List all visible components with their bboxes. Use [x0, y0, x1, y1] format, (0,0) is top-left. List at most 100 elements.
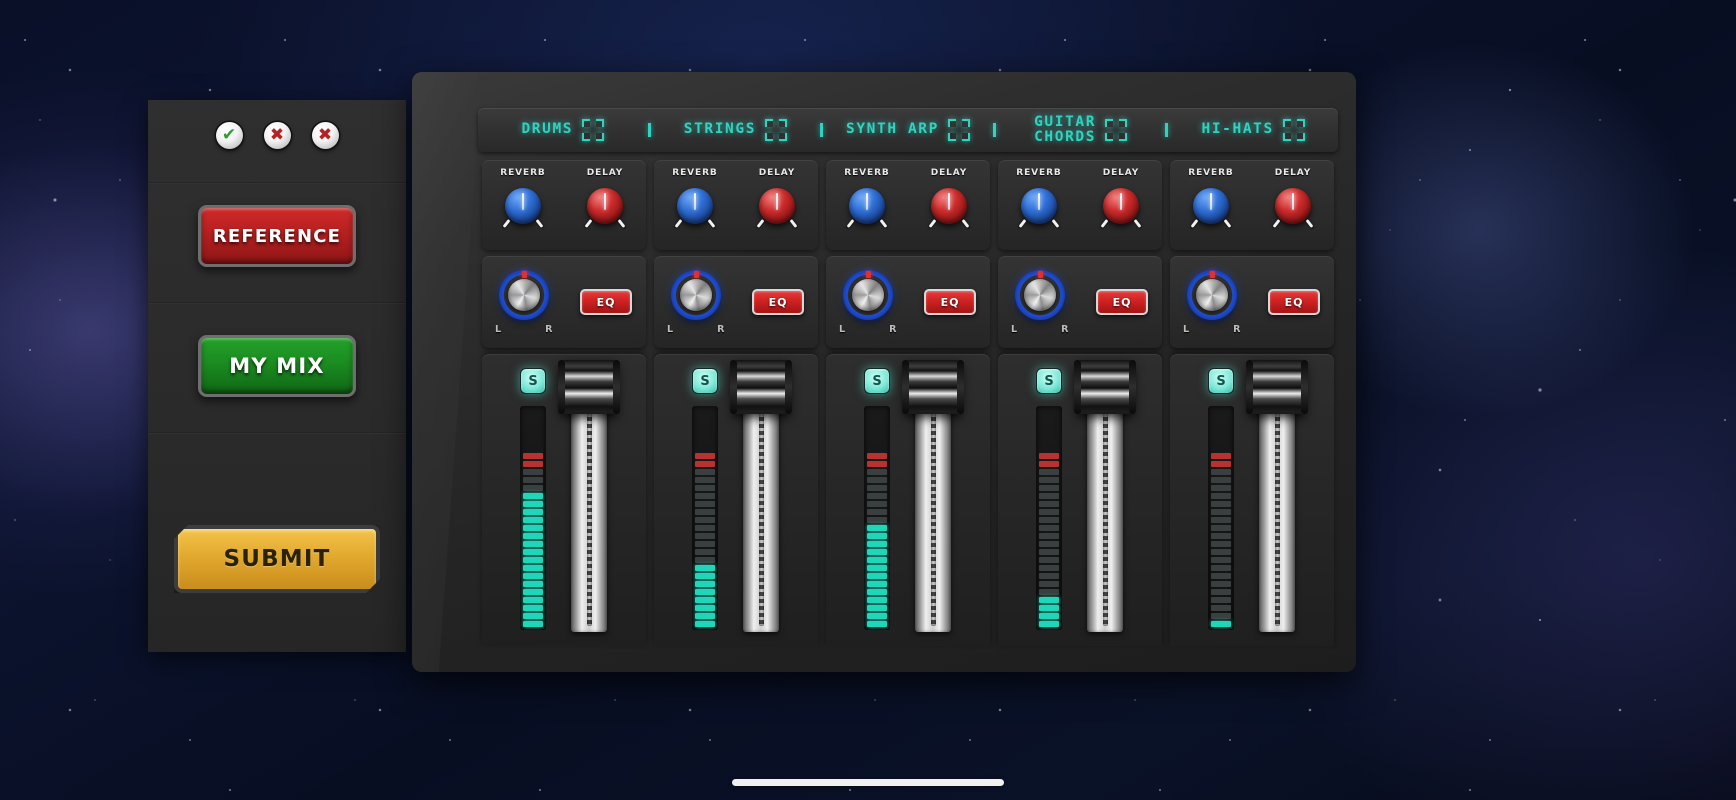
- fader-handle[interactable]: [902, 360, 964, 414]
- track-tab-label: GUITAR CHORDS: [1034, 113, 1097, 145]
- pan-knob-face: [508, 278, 540, 311]
- focus-bracket-icon[interactable]: [1282, 119, 1305, 141]
- fader-track[interactable]: [1074, 360, 1136, 632]
- meter-segment: [695, 589, 715, 595]
- pan-knob[interactable]: [671, 269, 721, 320]
- solo-button[interactable]: S: [692, 368, 718, 394]
- delay-knob[interactable]: [584, 185, 626, 228]
- meter-segment: [523, 453, 543, 459]
- cross-icon: ✖: [311, 122, 339, 149]
- fader-handle[interactable]: [1246, 360, 1308, 414]
- eq-button[interactable]: EQ: [1268, 289, 1320, 315]
- solo-button[interactable]: S: [864, 368, 890, 394]
- meter-segment: [1211, 477, 1231, 483]
- reverb-knob[interactable]: [846, 185, 888, 228]
- reference-button[interactable]: REFERENCE: [198, 205, 356, 267]
- meter-segment: [695, 557, 715, 563]
- solo-button[interactable]: S: [1036, 368, 1062, 394]
- reverb-knob[interactable]: [674, 185, 716, 228]
- fader-slot: [1102, 382, 1108, 626]
- reverb-knob[interactable]: [502, 185, 544, 228]
- fader-module: S: [998, 354, 1162, 646]
- delay-knob[interactable]: [1272, 185, 1314, 228]
- fader-track[interactable]: [902, 360, 964, 632]
- meter-segment: [1039, 469, 1059, 475]
- fader-track[interactable]: [1246, 360, 1308, 632]
- knob-tick-right: [707, 219, 716, 228]
- knob-pointer: [1291, 193, 1295, 210]
- fader-track[interactable]: [558, 360, 620, 632]
- knob-pointer: [865, 193, 869, 210]
- delay-knob[interactable]: [1100, 185, 1142, 228]
- meter-segment: [695, 541, 715, 547]
- pan-knob[interactable]: [1015, 269, 1065, 320]
- pan-knob[interactable]: [843, 269, 893, 320]
- meter-segment: [523, 533, 543, 539]
- delay-knob[interactable]: [928, 185, 970, 228]
- meter-segment: [867, 581, 887, 587]
- knob-pointer: [1037, 193, 1041, 210]
- meter-segment: [867, 477, 887, 483]
- meter-segment: [867, 461, 887, 467]
- reverb-knob[interactable]: [1018, 185, 1060, 228]
- meter-segment: [523, 509, 543, 515]
- knob-tick-right: [1051, 219, 1060, 228]
- fader-handle[interactable]: [730, 360, 792, 414]
- meter-segment: [695, 485, 715, 491]
- meter-segment: [695, 533, 715, 539]
- fader-handle[interactable]: [1074, 360, 1136, 414]
- meter-segment: [523, 549, 543, 555]
- focus-bracket-icon[interactable]: [582, 119, 605, 141]
- meter-segment: [867, 533, 887, 539]
- focus-bracket-icon[interactable]: [1105, 119, 1128, 141]
- knob-pointer: [603, 193, 607, 210]
- meter-segment: [1039, 541, 1059, 547]
- eq-button[interactable]: EQ: [924, 289, 976, 315]
- pan-eq-module: L R EQ: [1170, 256, 1334, 348]
- eq-button[interactable]: EQ: [752, 289, 804, 315]
- knob-tick-right: [961, 219, 970, 228]
- knob-tick-right: [879, 219, 888, 228]
- track-tab-hi-hats[interactable]: HI-HATS: [1168, 119, 1338, 141]
- track-tab-drums[interactable]: DRUMS: [478, 119, 648, 141]
- check-icon: ✔: [215, 122, 243, 149]
- eq-button[interactable]: EQ: [1096, 289, 1148, 315]
- track-tab-synth-arp[interactable]: SYNTH ARP: [823, 119, 993, 141]
- meter-segment: [695, 453, 715, 459]
- solo-button[interactable]: S: [1208, 368, 1234, 394]
- delay-knob[interactable]: [756, 185, 798, 228]
- knob-tick-right: [789, 219, 798, 228]
- divider: [148, 182, 406, 184]
- pan-knob[interactable]: [499, 269, 549, 320]
- track-tab-strings[interactable]: STRINGS: [651, 119, 821, 141]
- meter-segment: [1211, 525, 1231, 531]
- meter-segment: [867, 541, 887, 547]
- my-mix-button[interactable]: MY MIX: [198, 335, 356, 397]
- fader-track[interactable]: [730, 360, 792, 632]
- left-control-panel: ✔ ✖ ✖ REFERENCE MY MIX SUBMIT: [148, 100, 406, 652]
- knob-body: [505, 188, 541, 224]
- solo-button[interactable]: S: [520, 368, 546, 394]
- focus-bracket-icon[interactable]: [765, 119, 788, 141]
- pan-right-label: R: [889, 323, 897, 335]
- meter-column: S: [516, 368, 550, 646]
- eq-button[interactable]: EQ: [580, 289, 632, 315]
- submit-button[interactable]: SUBMIT: [174, 525, 380, 593]
- fader-handle[interactable]: [558, 360, 620, 414]
- meter-segment: [867, 509, 887, 515]
- reverb-knob[interactable]: [1190, 185, 1232, 228]
- track-tab-guitar-chords[interactable]: GUITAR CHORDS: [996, 113, 1166, 145]
- pan-knob[interactable]: [1187, 269, 1237, 320]
- meter-segment: [867, 621, 887, 627]
- fader-column: [730, 360, 792, 646]
- meter-segment: [695, 581, 715, 587]
- meter-segment: [523, 541, 543, 547]
- focus-bracket-icon[interactable]: [947, 119, 970, 141]
- eq-control: EQ: [566, 289, 646, 315]
- meter-segment: [1211, 533, 1231, 539]
- meter-column: S: [860, 368, 894, 646]
- fader-column: [902, 360, 964, 646]
- meter-segment: [1039, 493, 1059, 499]
- fader-column: [1074, 360, 1136, 646]
- knob-body: [1275, 188, 1311, 224]
